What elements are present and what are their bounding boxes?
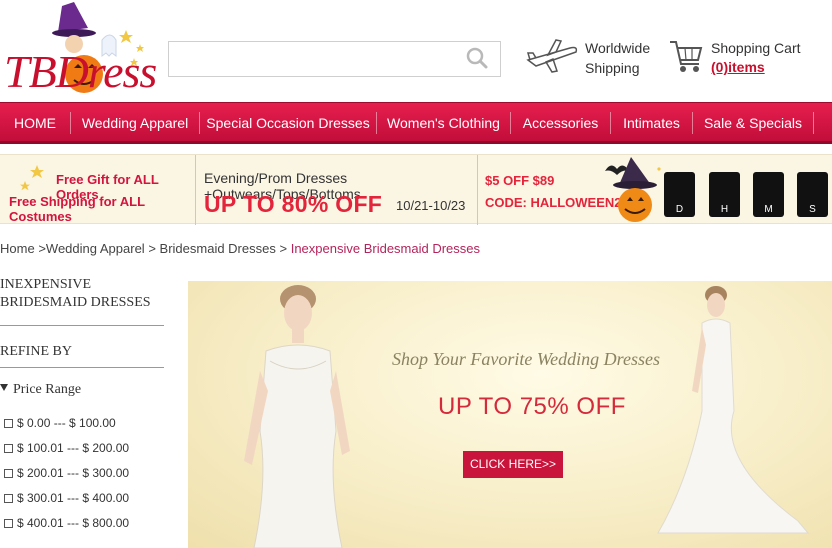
countdown-minutes: M [753, 172, 784, 217]
refine-by-heading: REFINE BY [0, 344, 164, 368]
price-option-100-200[interactable]: $ 100.01 --- $ 200.00 [4, 441, 129, 455]
price-option-400-800[interactable]: $ 400.01 --- $ 800.00 [4, 516, 129, 530]
nav-item-special-occasion[interactable]: Special Occasion Dresses [200, 103, 376, 142]
price-range-label: Price Range [13, 382, 82, 397]
countdown-days: D [664, 172, 695, 217]
promo-discount-text: UP TO 80% OFF [204, 191, 383, 217]
nav-item-home[interactable]: HOME [0, 103, 70, 142]
countdown-days-label: D [675, 204, 684, 215]
banner-title: Shop Your Favorite Wedding Dresses [392, 349, 661, 369]
nav-item-wedding-apparel[interactable]: Wedding Apparel [71, 103, 199, 142]
nav-item-womens-clothing[interactable]: Women's Clothing [377, 103, 510, 142]
price-option-label: $ 400.01 --- $ 800.00 [17, 516, 130, 530]
nav-item-accessories[interactable]: Accessories [511, 103, 610, 142]
checkbox[interactable] [4, 494, 13, 503]
promo-free-shipping-text: Free Shipping for ALL Costumes [9, 194, 145, 224]
nav-divider [813, 112, 814, 134]
search-button[interactable] [454, 43, 499, 75]
price-option-200-300[interactable]: $ 200.01 --- $ 300.00 [4, 466, 129, 480]
checkbox[interactable] [4, 419, 13, 428]
shopping-cart[interactable]: Shopping Cart (0)items [668, 36, 828, 80]
triangle-down-icon [0, 384, 8, 391]
promo-halloween[interactable]: $5 OFF $89 CODE: HALLOWEEN2014 D H M S [479, 155, 832, 225]
bride-right-image [657, 286, 810, 534]
star-icon [30, 165, 44, 178]
countdown-seconds: S [797, 172, 828, 217]
countdown-seconds-label: S [809, 204, 816, 215]
nav-item-sale-specials[interactable]: Sale & Specials [693, 103, 813, 142]
logo-text: TBDress [4, 46, 157, 97]
banner-click-here-button[interactable]: CLICK HERE>> [463, 451, 563, 478]
search-input[interactable] [168, 41, 501, 77]
breadcrumb-separator: > [38, 241, 46, 256]
airplane-icon [526, 39, 578, 73]
search-icon [466, 47, 488, 69]
price-option-label: $ 0.00 --- $ 100.00 [17, 416, 116, 430]
breadcrumb-separator: > [279, 241, 288, 256]
breadcrumb-current: Inexpensive Bridesmaid Dresses [290, 241, 481, 256]
bride-left-image [244, 285, 350, 548]
shipping-line1: Worldwide [585, 40, 651, 56]
countdown-hours-label: H [720, 204, 729, 215]
price-option-0-100[interactable]: $ 0.00 --- $ 100.00 [4, 416, 116, 430]
cart-text: Shopping Cart (0)items [711, 39, 801, 77]
star-icon [20, 181, 30, 191]
shipping-line2: Shipping [585, 60, 640, 76]
shipping-text: Worldwide Shipping [585, 38, 650, 78]
promo-evening-dresses[interactable]: Evening/Prom Dresses +Outwears/Tops/Bott… [195, 155, 478, 225]
price-option-label: $ 200.01 --- $ 300.00 [17, 466, 130, 480]
breadcrumb-bridesmaid-dresses[interactable]: Bridesmaid Dresses [160, 241, 276, 256]
banner-offer: UP TO 75% OFF [438, 393, 626, 420]
promo-strip[interactable]: Free Gift for ALL Orders Free Shipping f… [0, 154, 832, 225]
promo-free-gift[interactable]: Free Gift for ALL Orders Free Shipping f… [0, 155, 194, 225]
category-title-line2: BRIDESMAID DRESSES [0, 295, 151, 310]
checkbox[interactable] [4, 444, 13, 453]
countdown-hours: H [709, 172, 740, 217]
breadcrumb-wedding-apparel[interactable]: Wedding Apparel [46, 241, 145, 256]
promo-dates-text: 10/21-10/23 [396, 198, 466, 213]
price-option-label: $ 100.01 --- $ 200.00 [17, 441, 130, 455]
cart-label: Shopping Cart [711, 40, 801, 56]
price-range-toggle[interactable]: Price Range [0, 382, 81, 398]
price-option-300-400[interactable]: $ 300.01 --- $ 400.00 [4, 491, 129, 505]
price-option-label: $ 300.01 --- $ 400.00 [17, 491, 130, 505]
category-title: INEXPENSIVE BRIDESMAID DRESSES [0, 276, 164, 326]
checkbox[interactable] [4, 469, 13, 478]
checkbox[interactable] [4, 519, 13, 528]
main-nav: HOME Wedding Apparel Special Occasion Dr… [0, 102, 832, 144]
breadcrumb-separator: > [148, 241, 156, 256]
worldwide-shipping[interactable]: Worldwide Shipping [526, 34, 666, 80]
nav-item-intimates[interactable]: Intimates [611, 103, 692, 142]
cart-count-link[interactable]: (0)items [711, 58, 801, 77]
logo[interactable]: TBDress [2, 0, 160, 100]
wedding-dress-banner[interactable]: Shop Your Favorite Wedding Dresses UP TO… [188, 281, 832, 548]
countdown-minutes-label: M [764, 204, 773, 215]
site-header: TBDress Worldwide Shipping Shopping Cart… [0, 0, 832, 102]
breadcrumb-home[interactable]: Home [0, 241, 35, 256]
cart-icon [670, 41, 703, 72]
breadcrumb: Home >Wedding Apparel > Bridesmaid Dress… [0, 241, 480, 256]
category-title-line1: INEXPENSIVE [0, 277, 91, 292]
promo-coupon-amount: $5 OFF $89 [485, 173, 555, 188]
